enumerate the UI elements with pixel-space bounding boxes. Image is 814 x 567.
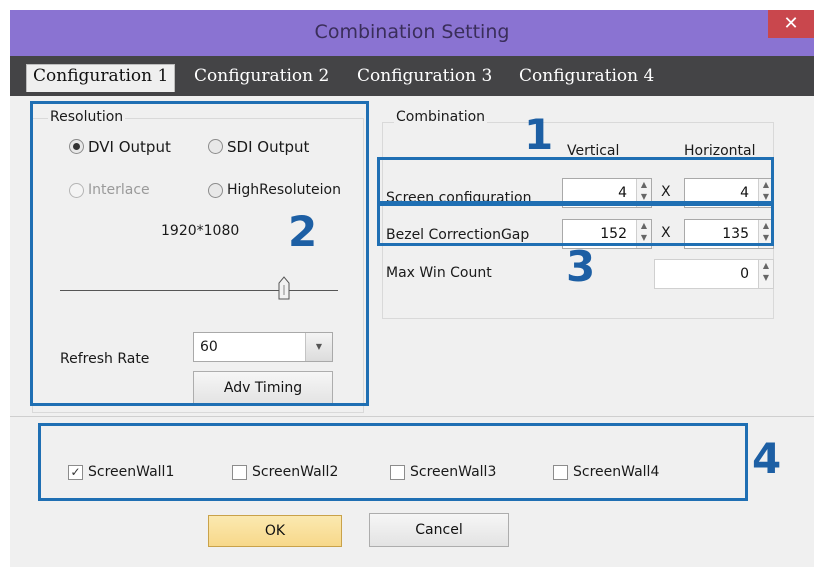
annotation-box-3 bbox=[377, 203, 774, 246]
combination-group-label: Combination bbox=[394, 109, 488, 125]
tab-configuration-1[interactable]: Configuration 1 bbox=[26, 64, 176, 92]
tab-configuration-2[interactable]: Configuration 2 bbox=[194, 66, 329, 86]
dialog-title: Combination Setting bbox=[314, 21, 510, 43]
annotation-number-1: 1 bbox=[524, 110, 554, 159]
annotation-number-3: 3 bbox=[566, 242, 596, 291]
annotation-number-4: 4 bbox=[752, 434, 782, 483]
annotation-box-4 bbox=[38, 423, 748, 501]
close-icon: ✕ bbox=[783, 13, 799, 34]
tab-configuration-3[interactable]: Configuration 3 bbox=[357, 66, 492, 86]
max-win-count-spinner[interactable]: 0 ▲ ▼ bbox=[654, 259, 774, 289]
tab-strip: Configuration 1 Configuration 2 Configur… bbox=[10, 56, 814, 96]
tab-configuration-4[interactable]: Configuration 4 bbox=[519, 66, 654, 86]
section-divider bbox=[10, 416, 814, 417]
close-button[interactable]: ✕ bbox=[768, 10, 814, 38]
max-win-count-label: Max Win Count bbox=[386, 265, 492, 281]
cancel-button[interactable]: Cancel bbox=[369, 513, 509, 547]
annotation-box-1 bbox=[377, 157, 774, 204]
max-win-count-value[interactable]: 0 bbox=[655, 266, 749, 282]
ok-button[interactable]: OK bbox=[208, 515, 342, 547]
title-bar[interactable]: Combination Setting ✕ bbox=[10, 10, 814, 56]
annotation-box-2 bbox=[30, 101, 369, 406]
annotation-number-2: 2 bbox=[288, 207, 318, 256]
spin-updown-icon[interactable]: ▲ ▼ bbox=[758, 260, 773, 288]
